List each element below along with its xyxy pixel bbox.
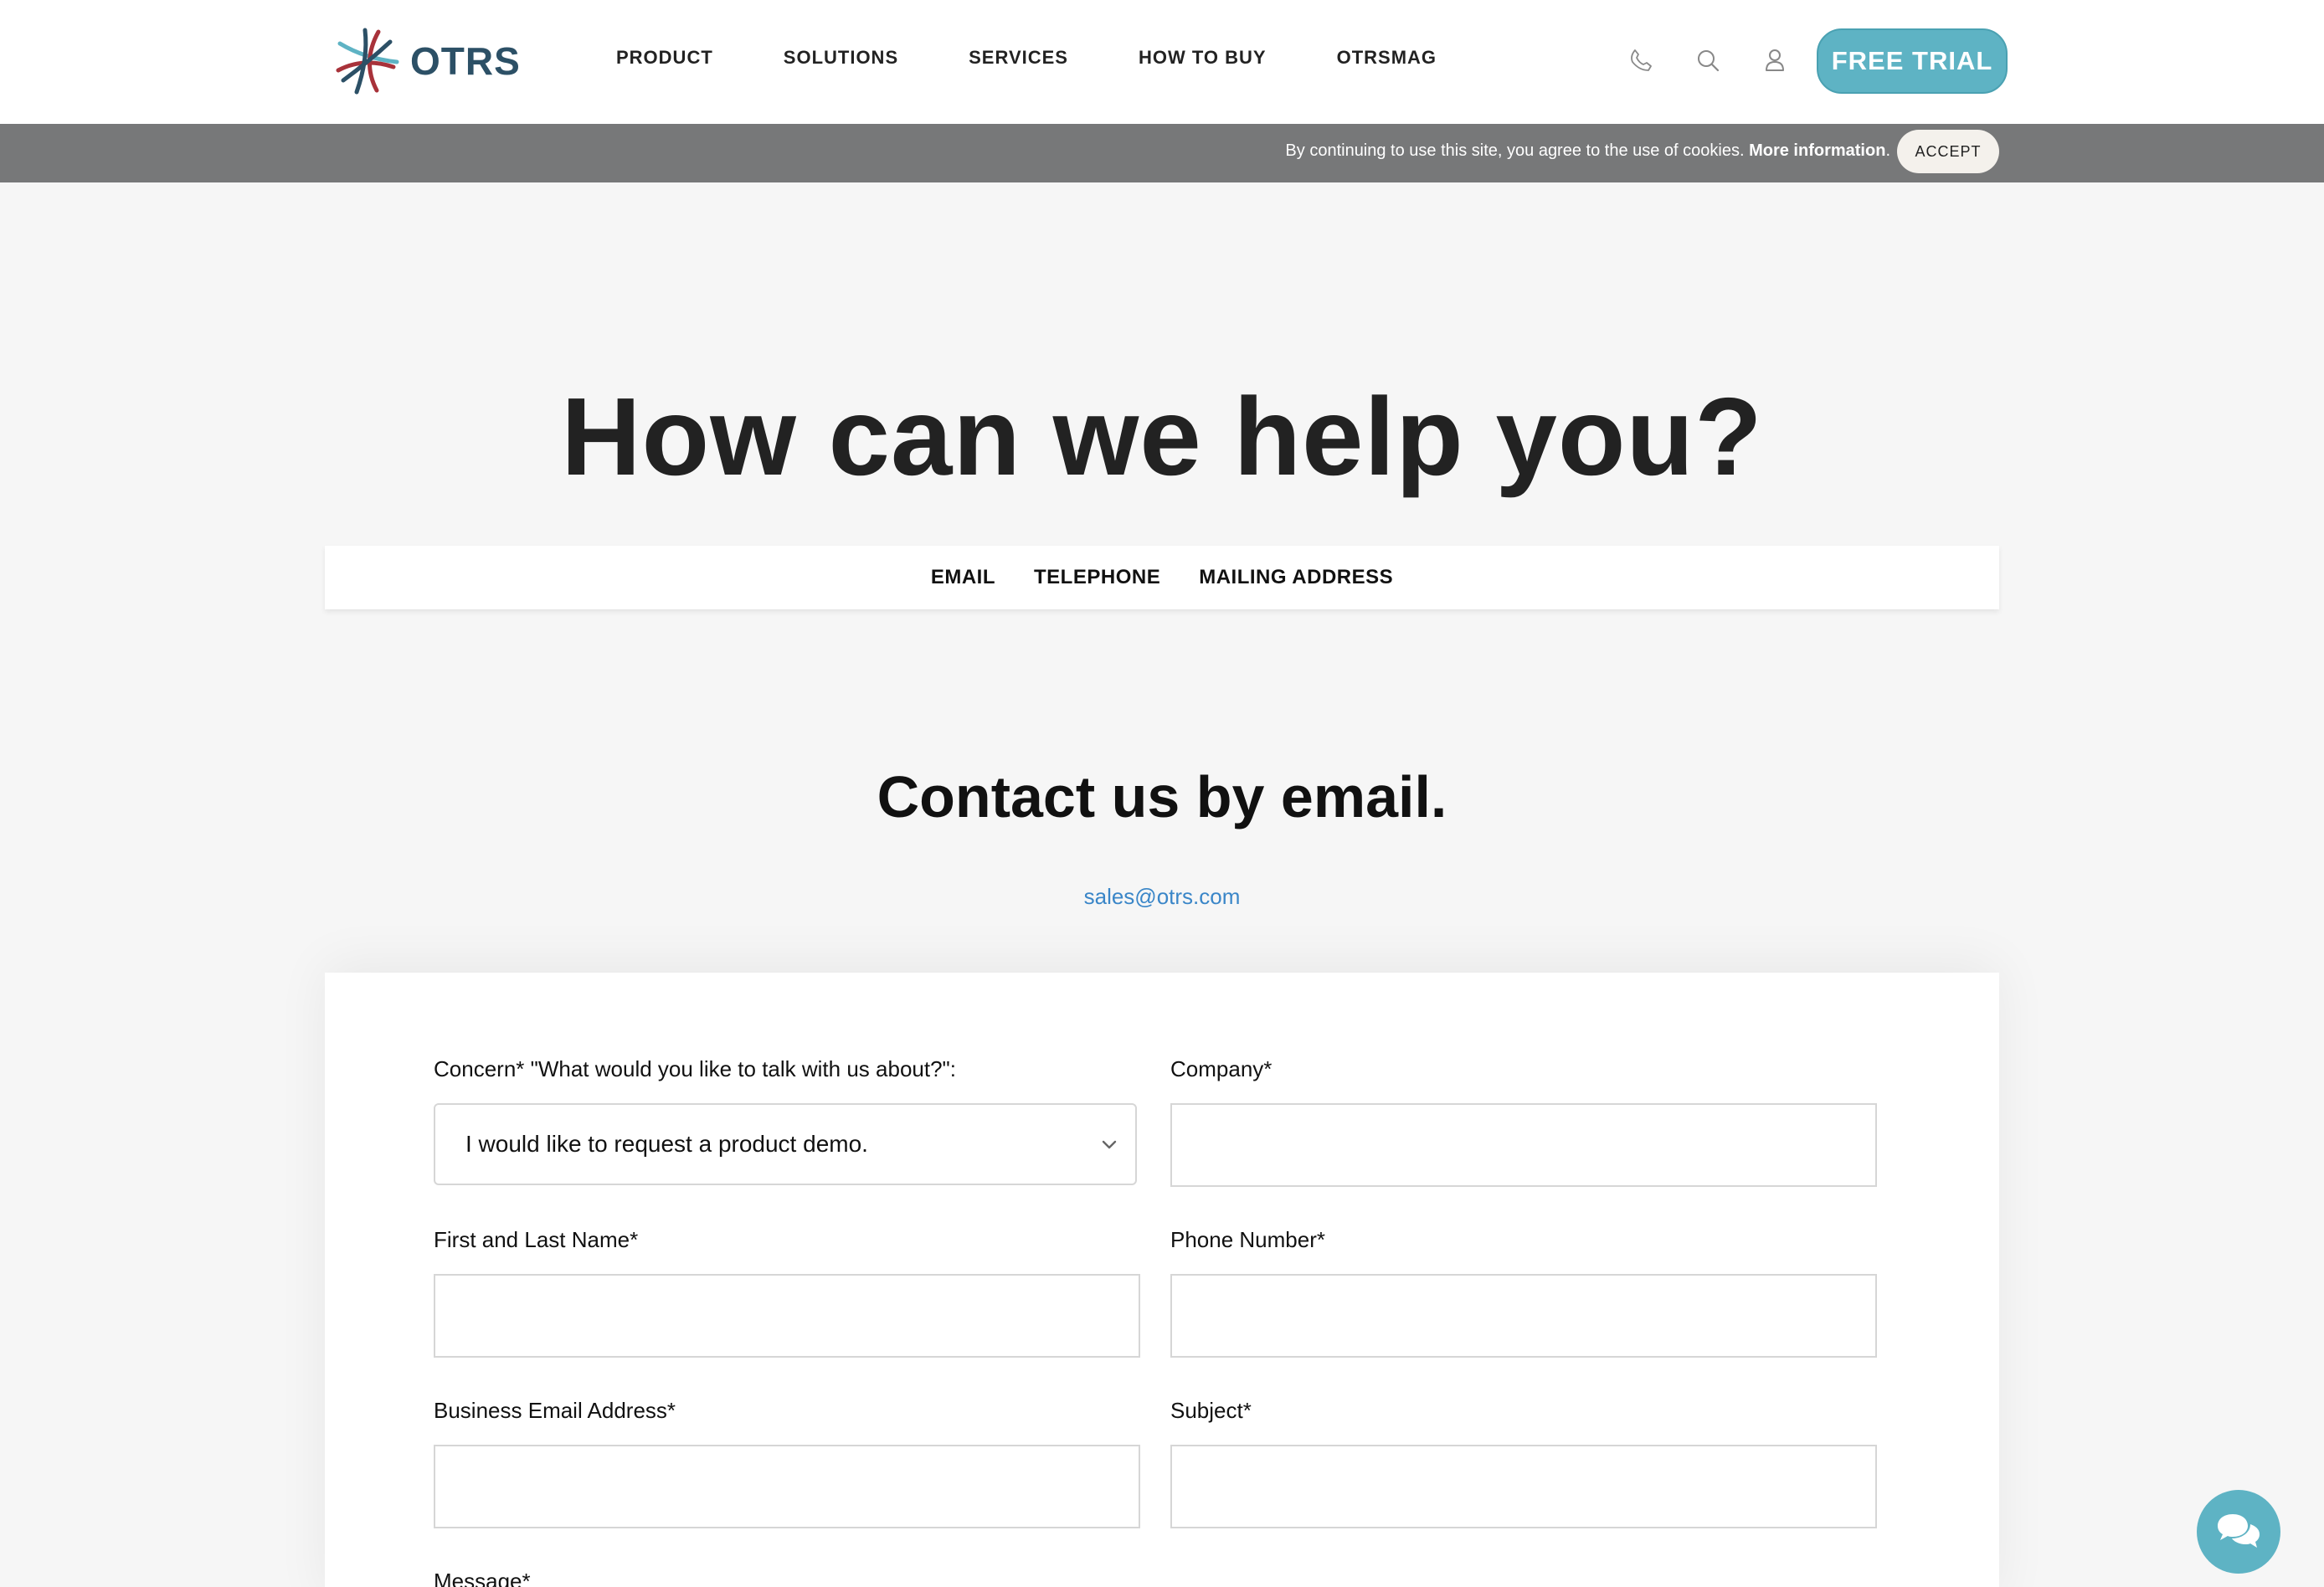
nav-item-otrsmag[interactable]: OTRSMAG xyxy=(1337,47,1437,69)
main-nav: PRODUCT SOLUTIONS SERVICES HOW TO BUY OT… xyxy=(616,47,1507,69)
company-field[interactable] xyxy=(1170,1103,1877,1187)
subject-label: Subject* xyxy=(1170,1398,1252,1423)
tab-mailing-address[interactable]: MAILING ADDRESS xyxy=(1199,566,1393,589)
nav-item-product[interactable]: PRODUCT xyxy=(616,47,713,69)
site-header: OTRS PRODUCT SOLUTIONS SERVICES HOW TO B… xyxy=(0,0,2324,124)
subject-field[interactable] xyxy=(1170,1445,1877,1528)
tab-telephone[interactable]: TELEPHONE xyxy=(1034,566,1160,589)
otrs-logo[interactable]: OTRS xyxy=(332,25,521,97)
nav-item-services[interactable]: SERVICES xyxy=(969,47,1068,69)
business-email-label: Business Email Address* xyxy=(434,1398,676,1423)
nav-item-solutions[interactable]: SOLUTIONS xyxy=(784,47,898,69)
search-icon[interactable] xyxy=(1691,44,1725,77)
cookie-period: . xyxy=(1885,141,1890,160)
nav-item-how-to-buy[interactable]: HOW TO BUY xyxy=(1139,47,1267,69)
header-utility-icons xyxy=(1624,44,1825,77)
otrs-logo-mark-icon xyxy=(336,28,399,95)
concern-label: Concern* "What would you like to talk wi… xyxy=(434,1056,956,1081)
name-label: First and Last Name* xyxy=(434,1227,639,1252)
page-title: How can we help you? xyxy=(561,375,1763,498)
user-icon[interactable] xyxy=(1758,44,1792,77)
business-email-field[interactable] xyxy=(434,1445,1140,1528)
company-label: Company* xyxy=(1170,1056,1273,1081)
email-section-title: Contact us by email. xyxy=(877,764,1447,829)
phone-icon[interactable] xyxy=(1624,44,1658,77)
chevron-down-icon xyxy=(1102,1140,1117,1149)
cookie-message: By continuing to use this site, you agre… xyxy=(1285,141,1890,161)
phone-field[interactable] xyxy=(1170,1274,1877,1358)
sales-email-link[interactable]: sales@otrs.com xyxy=(0,884,2324,910)
tab-email[interactable]: EMAIL xyxy=(931,566,995,589)
phone-label: Phone Number* xyxy=(1170,1227,1325,1252)
name-field[interactable] xyxy=(434,1274,1140,1358)
logo-wordmark: OTRS xyxy=(410,39,521,83)
concern-selected-value: I would like to request a product demo. xyxy=(465,1131,868,1157)
chat-bubbles-icon xyxy=(2218,1514,2260,1548)
free-trial-button[interactable]: FREE TRIAL xyxy=(1817,28,2008,94)
cookie-accept-button[interactable]: ACCEPT xyxy=(1897,130,1999,173)
concern-select[interactable]: I would like to request a product demo. xyxy=(434,1103,1137,1185)
cookie-more-information-link[interactable]: More information xyxy=(1749,141,1885,160)
chat-button[interactable] xyxy=(2197,1490,2280,1574)
contact-method-tabs: EMAIL TELEPHONE MAILING ADDRESS xyxy=(325,546,1999,609)
cookie-text: By continuing to use this site, you agre… xyxy=(1285,141,1745,160)
message-label: Message* xyxy=(434,1569,531,1587)
